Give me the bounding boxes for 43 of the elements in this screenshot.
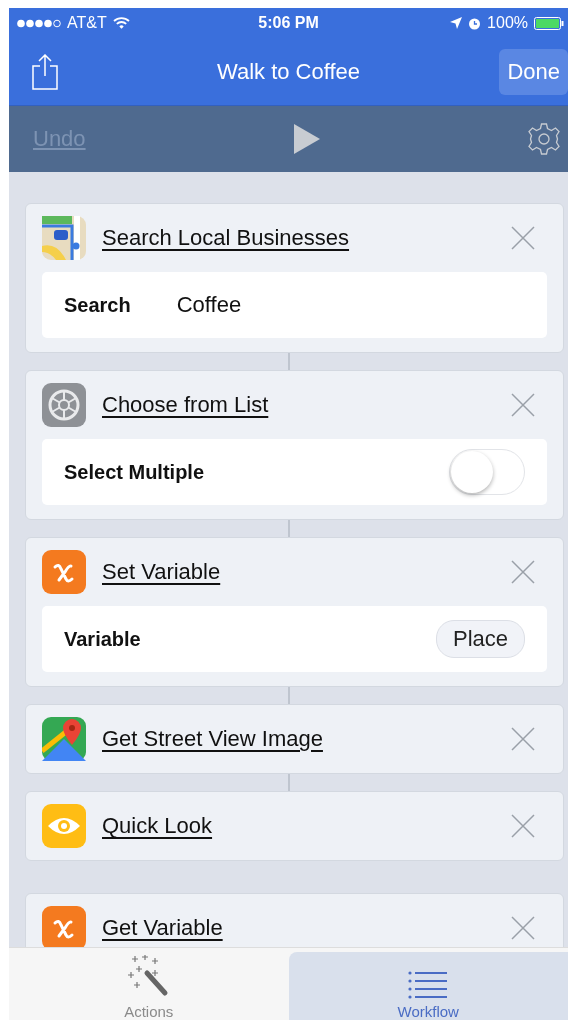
close-icon[interactable] [511, 814, 535, 838]
action-card[interactable]: Set Variable Variable Place [25, 537, 564, 687]
parameter-label: Search [42, 272, 131, 338]
parameter-label: Variable [64, 627, 141, 651]
action-title[interactable]: Get Street View Image [102, 726, 495, 752]
close-icon[interactable] [511, 727, 535, 751]
alarm-icon [468, 16, 482, 30]
location-arrow-icon [450, 17, 463, 29]
action-card[interactable]: Get Variable [25, 893, 564, 947]
action-title[interactable]: Quick Look [102, 813, 495, 839]
variable-icon [42, 550, 86, 594]
toggle-switch[interactable] [449, 449, 525, 495]
close-icon[interactable] [511, 393, 535, 417]
action-title[interactable]: Get Variable [102, 915, 495, 941]
wifi-icon [112, 17, 130, 29]
battery-percent: 100% [487, 14, 528, 32]
map-app-icon [42, 216, 86, 260]
list-icon [408, 971, 449, 999]
tab[interactable]: Workflow [288, 952, 568, 1020]
signal-icon [17, 18, 61, 28]
settings-icon[interactable] [528, 123, 560, 155]
play-icon[interactable] [292, 123, 321, 155]
battery-icon [534, 16, 564, 30]
action-title[interactable]: Choose from List [102, 392, 495, 418]
close-icon[interactable] [511, 560, 535, 584]
action-title[interactable]: Set Variable [102, 559, 495, 585]
share-icon[interactable] [31, 53, 59, 90]
action-card[interactable]: Get Street View Image [25, 704, 564, 774]
action-title[interactable]: Search Local Businesses [102, 225, 495, 251]
variable-token[interactable]: Place [435, 620, 525, 658]
gear-app-icon [42, 383, 86, 427]
action-card[interactable]: Quick Look [25, 791, 564, 861]
status-time: 5:06 PM [258, 14, 319, 32]
action-card[interactable]: Search Local Businesses Search Coffee [25, 203, 564, 353]
close-icon[interactable] [511, 226, 535, 250]
search-field[interactable]: Coffee [130, 272, 547, 338]
parameter-label: Select Multiple [64, 460, 205, 484]
close-icon[interactable] [511, 916, 535, 940]
action-card[interactable]: Choose from List Select Multiple [25, 370, 564, 520]
map-pin-app-icon [42, 717, 86, 761]
eye-icon [42, 804, 86, 848]
carrier-label: AT&T [67, 14, 107, 32]
workflow-title: Walk to Coffee [216, 58, 361, 85]
